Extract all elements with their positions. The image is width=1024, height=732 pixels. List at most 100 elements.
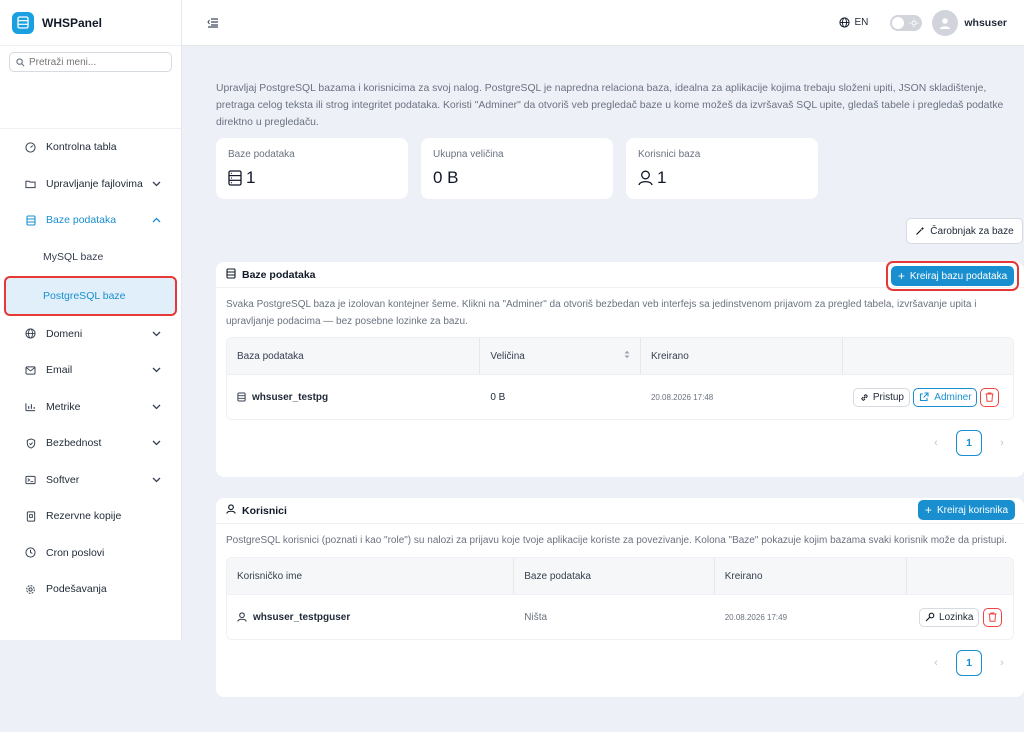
- previous-page-icon[interactable]: ‹: [928, 655, 944, 671]
- stat-label: Ukupna veličina: [433, 149, 504, 160]
- sidebar-item-label: Softver: [46, 473, 80, 486]
- table-row: whsuser_testpg 0 B 20.08.2026 17:48 Pris…: [227, 375, 1013, 419]
- databases-table: Baza podataka Veličina Kreirano whsuser_…: [226, 337, 1014, 420]
- column-header[interactable]: Kreirano: [641, 338, 844, 374]
- sidebar-item-files[interactable]: Upravljanje fajlovima: [0, 166, 181, 203]
- user-name: whsuser_testpguser: [253, 611, 351, 623]
- next-page-icon[interactable]: ›: [994, 435, 1010, 451]
- chevron-up-icon: [151, 215, 161, 225]
- database-wizard-label: Čarobnjak za baze: [930, 225, 1014, 237]
- clock-icon: [25, 547, 36, 558]
- avatar[interactable]: [932, 9, 959, 36]
- topbar: EN whsuser: [182, 0, 1024, 46]
- stat-value: 1: [657, 168, 667, 187]
- sidebar-item-databases[interactable]: Baze podataka: [0, 202, 181, 239]
- change-password-button[interactable]: Lozinka: [919, 607, 980, 627]
- next-page-icon[interactable]: ›: [994, 655, 1010, 671]
- create-user-label: Kreiraj korisnika: [936, 504, 1009, 516]
- sidebar-item-security[interactable]: Bezbednost: [0, 425, 181, 462]
- trash-icon: [985, 392, 994, 402]
- stat-label: Korisnici baza: [638, 149, 701, 160]
- sidebar-item-settings[interactable]: Podešavanja: [0, 571, 181, 608]
- sidebar-item-label: Upravljanje fajlovima: [46, 177, 143, 190]
- user-icon: [638, 170, 653, 186]
- plus-icon: +: [924, 503, 932, 517]
- user-databases: Ništa: [524, 611, 548, 623]
- chevron-down-icon: [151, 179, 161, 189]
- database-name: whsuser_testpg: [252, 391, 329, 403]
- create-database-button[interactable]: + Kreiraj bazu podataka: [891, 266, 1014, 286]
- sidebar-item-label: Domeni: [46, 327, 83, 340]
- theme-toggle[interactable]: [890, 14, 923, 31]
- chevron-down-icon: [151, 438, 161, 448]
- sidebar-item-metrics[interactable]: Metrike: [0, 389, 181, 426]
- folder-icon: [25, 178, 36, 189]
- plus-icon: +: [897, 269, 905, 283]
- username[interactable]: whsuser: [964, 17, 1007, 29]
- sun-icon: [909, 18, 919, 27]
- search-icon: [16, 57, 25, 66]
- stat-card-db-users: Korisnici baza 1: [626, 138, 818, 199]
- column-header[interactable]: Baza podataka: [227, 338, 481, 374]
- databases-description: Svaka PostgreSQL baza je izolovan kontej…: [226, 299, 977, 327]
- users-card-title: Korisnici: [242, 504, 287, 517]
- page-number[interactable]: 1: [956, 650, 982, 676]
- database-icon: [25, 215, 36, 226]
- menu-toggle-icon[interactable]: [206, 16, 220, 30]
- external-link-icon: [920, 392, 929, 402]
- sidebar-subitem-postgresql[interactable]: PostgreSQL baze: [4, 275, 177, 316]
- database-icon: [237, 392, 246, 402]
- brand: WHSPanel: [0, 0, 181, 46]
- sidebar-search[interactable]: [9, 52, 172, 72]
- sidebar-subitem-mysql[interactable]: MySQL baze: [0, 239, 181, 276]
- sidebar-item-email[interactable]: Email: [0, 352, 181, 389]
- user-icon: [237, 612, 247, 622]
- user-icon: [940, 17, 951, 29]
- database-created: 20.08.2026 17:48: [650, 392, 714, 402]
- delete-user-button[interactable]: [983, 607, 1003, 627]
- adminer-button[interactable]: Adminer: [913, 387, 978, 407]
- page-number[interactable]: 1: [956, 430, 982, 456]
- sidebar-item-dashboard[interactable]: Kontrolna tabla: [0, 129, 181, 166]
- sidebar-nav: Kontrolna tabla Upravljanje fajlovima Ba…: [0, 129, 181, 608]
- sidebar-item-software[interactable]: Softver: [0, 462, 181, 499]
- column-header[interactable]: Kreirano: [715, 558, 908, 594]
- sidebar-item-domains[interactable]: Domeni: [0, 316, 181, 353]
- database-wizard-button[interactable]: Čarobnjak za baze: [906, 218, 1023, 244]
- sidebar-item-label: Cron poslovi: [46, 546, 105, 559]
- column-header[interactable]: Korisničko ime: [227, 558, 515, 594]
- sidebar-search-input[interactable]: [29, 56, 169, 68]
- link-icon: [861, 393, 868, 401]
- table-header: Baza podataka Veličina Kreirano: [227, 338, 1013, 375]
- table-row: whsuser_testpguser Ništa 20.08.2026 17:4…: [227, 595, 1013, 639]
- delete-database-button[interactable]: [980, 387, 1000, 407]
- access-button[interactable]: Pristup: [853, 387, 911, 407]
- mail-icon: [25, 365, 36, 376]
- dashboard-icon: [25, 142, 36, 153]
- backup-icon: [25, 511, 36, 522]
- language-selector[interactable]: EN: [839, 17, 868, 28]
- column-header[interactable]: Baze podataka: [514, 558, 715, 594]
- databases-pagination: ‹ 1 ›: [928, 430, 1010, 456]
- user-created: 20.08.2026 17:49: [724, 612, 788, 622]
- create-user-button[interactable]: + Kreiraj korisnika: [918, 500, 1015, 520]
- sidebar-item-cron[interactable]: Cron poslovi: [0, 535, 181, 572]
- sidebar-item-label: Rezervne kopije: [46, 510, 122, 523]
- sidebar-item-label: Baze podataka: [46, 214, 117, 227]
- table-header: Korisničko ime Baze podataka Kreirano: [227, 558, 1013, 595]
- sidebar-item-label: Kontrolna tabla: [46, 141, 117, 154]
- change-password-label: Lozinka: [939, 611, 974, 623]
- column-header-sortable[interactable]: Veličina: [480, 338, 641, 374]
- previous-page-icon[interactable]: ‹: [928, 435, 944, 451]
- sidebar-subitem-label: MySQL baze: [43, 251, 104, 263]
- sidebar-item-backups[interactable]: Rezervne kopije: [0, 498, 181, 535]
- app-logo-icon: [12, 11, 34, 34]
- chevron-down-icon: [151, 329, 161, 339]
- magic-wand-icon: [916, 226, 925, 235]
- sort-icon: [624, 350, 630, 362]
- stat-label: Baze podataka: [228, 149, 295, 160]
- create-database-highlight: + Kreiraj bazu podataka: [886, 261, 1019, 291]
- adminer-label: Adminer: [934, 391, 972, 403]
- page-description: Upravljaj PostgreSQL bazama i korisnicim…: [216, 83, 1004, 128]
- databases-card: Baze podataka + Kreiraj bazu podataka Sv…: [216, 261, 1024, 477]
